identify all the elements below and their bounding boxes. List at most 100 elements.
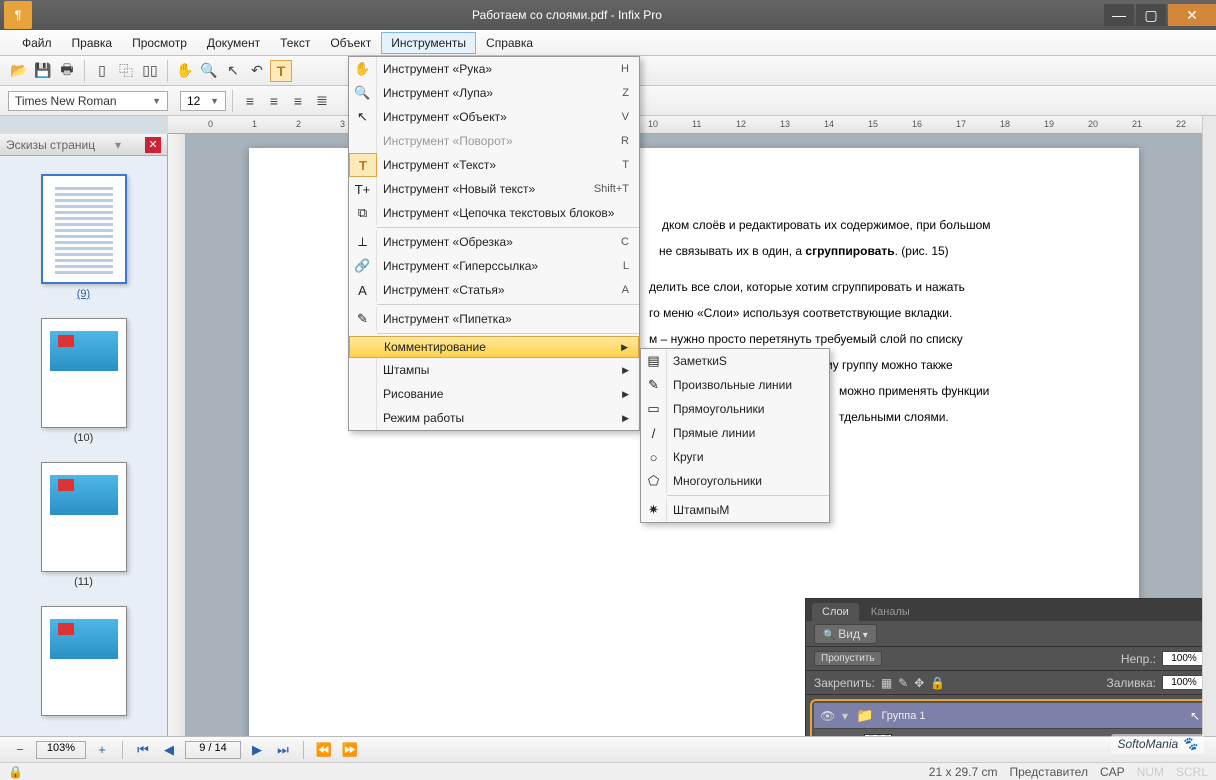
shortcut-label: C bbox=[621, 236, 629, 248]
font-size-select[interactable]: 12 ▼ bbox=[180, 91, 226, 111]
thumbnail-item[interactable]: (9) bbox=[39, 174, 129, 300]
prev-view-icon[interactable]: ⏪ bbox=[314, 740, 334, 760]
thumbnail-item[interactable]: (10) bbox=[39, 318, 129, 444]
submenu-item[interactable]: ⬠Многоугольники bbox=[641, 469, 829, 493]
save-icon[interactable]: 💾 bbox=[32, 60, 54, 82]
submenu-item-label: Многоугольники bbox=[673, 474, 762, 488]
chevron-down-icon[interactable]: ▾ bbox=[115, 138, 121, 152]
thumbnails-list[interactable]: (9) (10) (11) bbox=[0, 156, 167, 736]
align-right-icon[interactable]: ≡ bbox=[287, 90, 309, 112]
font-name-select[interactable]: Times New Roman ▼ bbox=[8, 91, 168, 111]
shortcut-label: H bbox=[621, 63, 629, 75]
tools-dropdown: ✋Инструмент «Рука»H🔍Инструмент «Лупа»Z↖И… bbox=[348, 56, 640, 431]
scrollbar-vertical[interactable] bbox=[1202, 116, 1216, 736]
last-page-icon[interactable]: ⏭ bbox=[273, 740, 293, 760]
menu-item-5[interactable]: Объект bbox=[320, 32, 381, 54]
cap-indicator: CAP bbox=[1100, 765, 1125, 779]
close-panel-icon[interactable]: ✕ bbox=[145, 137, 161, 153]
submenu-item[interactable]: ○Круги bbox=[641, 445, 829, 469]
next-page-icon[interactable]: ▶ bbox=[247, 740, 267, 760]
menu-item-7[interactable]: Справка bbox=[476, 32, 543, 54]
dropdown-item-label: Режим работы bbox=[383, 411, 616, 425]
lock-pixels-icon[interactable]: ▦ bbox=[881, 676, 892, 690]
view-button[interactable]: 🔍 Вид ▾ bbox=[814, 624, 877, 644]
dropdown-item[interactable]: TИнструмент «Текст»T bbox=[349, 153, 639, 177]
submenu-item[interactable]: ✎Произвольные линии bbox=[641, 373, 829, 397]
minimize-button[interactable]: — bbox=[1104, 4, 1134, 26]
font-name-value: Times New Roman bbox=[15, 94, 117, 108]
opacity-input[interactable]: 100% bbox=[1162, 651, 1202, 666]
menu-item-1[interactable]: Правка bbox=[62, 32, 123, 54]
dropdown-item-label: Инструмент «Обрезка» bbox=[383, 235, 621, 249]
pages-icon[interactable]: ▯▯ bbox=[139, 60, 161, 82]
submenu-item[interactable]: /Прямые линии bbox=[641, 421, 829, 445]
shortcut-label: V bbox=[622, 111, 629, 123]
align-left-icon[interactable]: ≡ bbox=[239, 90, 261, 112]
align-justify-icon[interactable]: ≣ bbox=[311, 90, 333, 112]
open-icon[interactable]: 📂 bbox=[8, 60, 30, 82]
thumbnail-item[interactable]: (11) bbox=[39, 462, 129, 588]
maximize-button[interactable]: ▢ bbox=[1136, 4, 1166, 26]
prev-page-icon[interactable]: ◀ bbox=[159, 740, 179, 760]
first-page-icon[interactable]: ⏮ bbox=[133, 740, 153, 760]
dropdown-item[interactable]: ✋Инструмент «Рука»H bbox=[349, 57, 639, 81]
thumbnail-page bbox=[41, 462, 127, 572]
lock-move-icon[interactable]: ✥ bbox=[914, 676, 924, 690]
zoom-out-icon[interactable]: − bbox=[10, 740, 30, 760]
align-center-icon[interactable]: ≡ bbox=[263, 90, 285, 112]
dropdown-item[interactable]: AИнструмент «Статья»A bbox=[349, 278, 639, 302]
dropdown-item[interactable]: ⟂Инструмент «Обрезка»C bbox=[349, 230, 639, 254]
new-page-icon[interactable]: ▯ bbox=[91, 60, 113, 82]
submenu-item[interactable]: ▭Прямоугольники bbox=[641, 397, 829, 421]
undo-icon[interactable]: ↶ bbox=[246, 60, 268, 82]
menu-item-0[interactable]: Файл bbox=[12, 32, 62, 54]
cursor-icon: ↖ bbox=[1190, 709, 1200, 723]
fill-input[interactable]: 100% bbox=[1162, 675, 1202, 690]
tab-channels[interactable]: Каналы bbox=[861, 603, 920, 621]
dropdown-item[interactable]: Режим работы▶ bbox=[349, 406, 639, 430]
text-tool-icon[interactable]: T bbox=[270, 60, 292, 82]
dropdown-item[interactable]: ✎Инструмент «Пипетка» bbox=[349, 307, 639, 331]
tab-layers[interactable]: Слои bbox=[812, 603, 859, 621]
visibility-icon[interactable]: 👁 bbox=[820, 709, 834, 723]
dropdown-item[interactable]: T+Инструмент «Новый текст»Shift+T bbox=[349, 177, 639, 201]
print-icon[interactable]: 🖶 bbox=[56, 60, 78, 82]
thumbnail-page bbox=[41, 606, 127, 716]
blend-mode-select[interactable]: Пропустить bbox=[814, 651, 882, 666]
lock-brush-icon[interactable]: ✎ bbox=[898, 676, 908, 690]
ruler-horizontal: 012345678910111213141516171819202122 bbox=[168, 116, 1202, 134]
zoom-input[interactable]: 103% bbox=[36, 741, 86, 759]
hand-tool-icon[interactable]: ✋ bbox=[174, 60, 196, 82]
thumbnails-title: Эскизы страниц bbox=[6, 138, 95, 152]
layer-group-row[interactable]: 👁 ▾ 📁 Группа 1 ↖ bbox=[814, 703, 1202, 729]
dropdown-item[interactable]: Штампы▶ bbox=[349, 358, 639, 382]
menu-item-2[interactable]: Просмотр bbox=[122, 32, 197, 54]
dropdown-item[interactable]: Комментирование▶ bbox=[349, 336, 639, 358]
collapse-icon[interactable]: ▾ bbox=[842, 709, 848, 723]
menu-item-6[interactable]: Инструменты bbox=[381, 32, 476, 54]
zoom-in-icon[interactable]: + bbox=[92, 740, 112, 760]
thumbnail-item[interactable] bbox=[39, 606, 129, 716]
dropdown-item[interactable]: ↖Инструмент «Объект»V bbox=[349, 105, 639, 129]
dropdown-item-label: Штампы bbox=[383, 363, 616, 377]
zoom-tool-icon[interactable]: 🔍 bbox=[198, 60, 220, 82]
copy-page-icon[interactable]: ⿻ bbox=[115, 60, 137, 82]
dropdown-item[interactable]: 🔍Инструмент «Лупа»Z bbox=[349, 81, 639, 105]
shortcut-label: Z bbox=[622, 87, 629, 99]
thumbnail-label: (10) bbox=[39, 432, 129, 444]
menu-item-3[interactable]: Документ bbox=[197, 32, 270, 54]
submenu-item[interactable]: ▤ЗаметкиS bbox=[641, 349, 829, 373]
lock-all-icon[interactable]: 🔒 bbox=[930, 676, 945, 690]
dropdown-item[interactable]: ⧉Инструмент «Цепочка текстовых блоков» bbox=[349, 201, 639, 225]
pointer-tool-icon[interactable]: ↖ bbox=[222, 60, 244, 82]
dropdown-item-label: Инструмент «Текст» bbox=[383, 158, 622, 172]
dropdown-item[interactable]: Рисование▶ bbox=[349, 382, 639, 406]
menu-item-4[interactable]: Текст bbox=[270, 32, 320, 54]
close-button[interactable]: ✕ bbox=[1168, 4, 1216, 26]
submenu-item[interactable]: ✷ШтампыM bbox=[641, 498, 829, 522]
layers-panel-image: Слои Каналы 🔍 Вид ▾ Пропустить Непр.: 10… bbox=[805, 598, 1202, 736]
watermark: SoftoMania 🐾 bbox=[1111, 734, 1204, 754]
page-input[interactable]: 9 / 14 bbox=[185, 741, 241, 759]
next-view-icon[interactable]: ⏩ bbox=[340, 740, 360, 760]
dropdown-item[interactable]: 🔗Инструмент «Гиперссылка»L bbox=[349, 254, 639, 278]
